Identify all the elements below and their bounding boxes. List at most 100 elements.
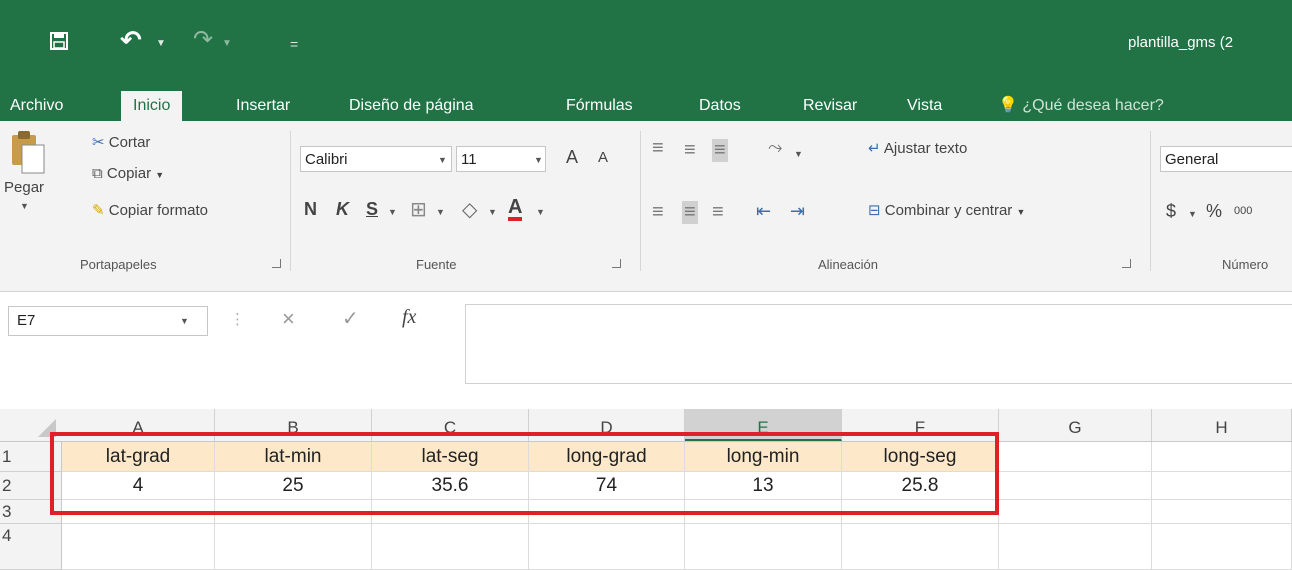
row-header-3[interactable]: 3: [0, 500, 62, 524]
redo-icon[interactable]: ↷: [193, 28, 213, 52]
font-size-select[interactable]: 11: [456, 146, 546, 172]
cell-g4[interactable]: [999, 524, 1152, 570]
cancel-icon[interactable]: ×: [282, 306, 295, 332]
cell-h2[interactable]: [1152, 472, 1292, 500]
save-icon[interactable]: [50, 32, 68, 50]
cell-c2[interactable]: 35.6: [372, 472, 529, 500]
cell-a4[interactable]: [62, 524, 215, 570]
cell-g2[interactable]: [999, 472, 1152, 500]
currency-dropdown-icon[interactable]: ▼: [1188, 209, 1197, 219]
tab-revisar[interactable]: Revisar: [803, 91, 857, 121]
tab-vista[interactable]: Vista: [907, 91, 942, 121]
font-color-button[interactable]: A: [508, 197, 523, 221]
worksheet-grid[interactable]: A B C D E F G H 1 2 3 4 lat-grad lat-min…: [0, 397, 1292, 570]
cell-b2[interactable]: 25: [215, 472, 372, 500]
cell-f1[interactable]: long-seg: [842, 442, 999, 472]
name-box-dropdown-icon[interactable]: ▼: [180, 316, 189, 326]
tab-archivo[interactable]: Archivo: [10, 91, 63, 121]
cell-a1[interactable]: lat-grad: [62, 442, 215, 472]
undo-dropdown-icon[interactable]: ▼: [156, 38, 166, 49]
borders-icon[interactable]: ⊞: [410, 197, 427, 222]
merge-center-button[interactable]: ⊟ Combinar y centrar ▼: [868, 201, 1025, 219]
undo-icon[interactable]: ↶: [120, 27, 142, 53]
fill-dropdown-icon[interactable]: ▼: [488, 207, 497, 217]
cell-h4[interactable]: [1152, 524, 1292, 570]
enter-icon[interactable]: ✓: [342, 306, 359, 331]
orientation-dropdown-icon[interactable]: ▼: [794, 149, 803, 159]
alignment-launcher-icon[interactable]: [1122, 259, 1131, 268]
italic-button[interactable]: K: [336, 199, 349, 220]
cut-button[interactable]: ✂ Cortar: [92, 133, 150, 151]
cell-e3[interactable]: [685, 500, 842, 524]
fill-color-icon[interactable]: ◇: [462, 197, 477, 222]
font-color-dropdown-icon[interactable]: ▼: [536, 207, 545, 217]
column-header-b[interactable]: B: [215, 409, 372, 441]
font-launcher-icon[interactable]: [612, 259, 621, 268]
cell-f3[interactable]: [842, 500, 999, 524]
cell-b1[interactable]: lat-min: [215, 442, 372, 472]
cell-g1[interactable]: [999, 442, 1152, 472]
cell-b4[interactable]: [215, 524, 372, 570]
align-right-icon[interactable]: ≡: [712, 201, 724, 224]
paste-button[interactable]: Pegar: [4, 179, 44, 196]
wrap-text-button[interactable]: ↵ Ajustar texto: [868, 139, 967, 157]
cell-h1[interactable]: [1152, 442, 1292, 472]
paste-icon[interactable]: [8, 129, 48, 177]
align-middle-icon[interactable]: ≡: [684, 139, 696, 162]
cell-h3[interactable]: [1152, 500, 1292, 524]
currency-button[interactable]: $: [1166, 201, 1176, 222]
cell-f4[interactable]: [842, 524, 999, 570]
cell-e1[interactable]: long-min: [685, 442, 842, 472]
format-painter-button[interactable]: ✎ Copiar formato: [92, 201, 208, 219]
cell-c3[interactable]: [372, 500, 529, 524]
cell-c4[interactable]: [372, 524, 529, 570]
formula-input[interactable]: [465, 304, 1292, 384]
cell-e4[interactable]: [685, 524, 842, 570]
cell-a3[interactable]: [62, 500, 215, 524]
cell-c1[interactable]: lat-seg: [372, 442, 529, 472]
redo-dropdown-icon[interactable]: ▼: [222, 38, 232, 49]
cell-d3[interactable]: [529, 500, 685, 524]
insert-function-icon[interactable]: fx: [402, 306, 416, 329]
cell-d4[interactable]: [529, 524, 685, 570]
cell-e2[interactable]: 13: [685, 472, 842, 500]
tell-me-box[interactable]: 💡 ¿Qué desea hacer?: [998, 91, 1164, 121]
grow-font-button[interactable]: A: [566, 147, 578, 168]
align-center-icon[interactable]: ≡: [682, 201, 698, 224]
column-header-d[interactable]: D: [529, 409, 685, 441]
row-header-2[interactable]: 2: [0, 472, 62, 500]
thousands-button[interactable]: 000: [1234, 205, 1252, 217]
tab-datos[interactable]: Datos: [699, 91, 741, 121]
orientation-icon[interactable]: ⤳: [768, 137, 782, 158]
underline-dropdown-icon[interactable]: ▼: [388, 207, 397, 217]
decrease-indent-icon[interactable]: ⇤: [756, 201, 771, 222]
column-header-h[interactable]: H: [1152, 409, 1292, 441]
row-header-4[interactable]: 4: [0, 524, 62, 570]
cell-d1[interactable]: long-grad: [529, 442, 685, 472]
name-box[interactable]: E7: [8, 306, 208, 336]
align-bottom-icon[interactable]: ≡: [712, 139, 728, 162]
customize-qat-icon[interactable]: =: [290, 34, 298, 54]
align-left-icon[interactable]: ≡: [652, 201, 664, 224]
font-size-dropdown-icon[interactable]: ▼: [534, 155, 543, 165]
select-all-corner[interactable]: [0, 409, 62, 441]
column-header-a[interactable]: A: [62, 409, 215, 441]
cell-a2[interactable]: 4: [62, 472, 215, 500]
borders-dropdown-icon[interactable]: ▼: [436, 207, 445, 217]
increase-indent-icon[interactable]: ⇥: [790, 201, 805, 222]
cell-f2[interactable]: 25.8: [842, 472, 999, 500]
clipboard-launcher-icon[interactable]: [272, 259, 281, 268]
font-name-dropdown-icon[interactable]: ▼: [438, 155, 447, 165]
tab-diseno-pagina[interactable]: Diseño de página: [349, 91, 474, 121]
cell-g3[interactable]: [999, 500, 1152, 524]
align-top-icon[interactable]: ≡: [652, 137, 664, 160]
column-header-g[interactable]: G: [999, 409, 1152, 441]
cell-b3[interactable]: [215, 500, 372, 524]
underline-button[interactable]: S: [366, 199, 378, 220]
percent-button[interactable]: %: [1206, 201, 1222, 222]
column-header-f[interactable]: F: [842, 409, 999, 441]
copy-button[interactable]: ⧉ Copiar ▼: [92, 165, 164, 182]
paste-dropdown-icon[interactable]: ▼: [20, 201, 29, 211]
column-header-e[interactable]: E: [685, 409, 842, 441]
shrink-font-button[interactable]: A: [598, 149, 608, 166]
